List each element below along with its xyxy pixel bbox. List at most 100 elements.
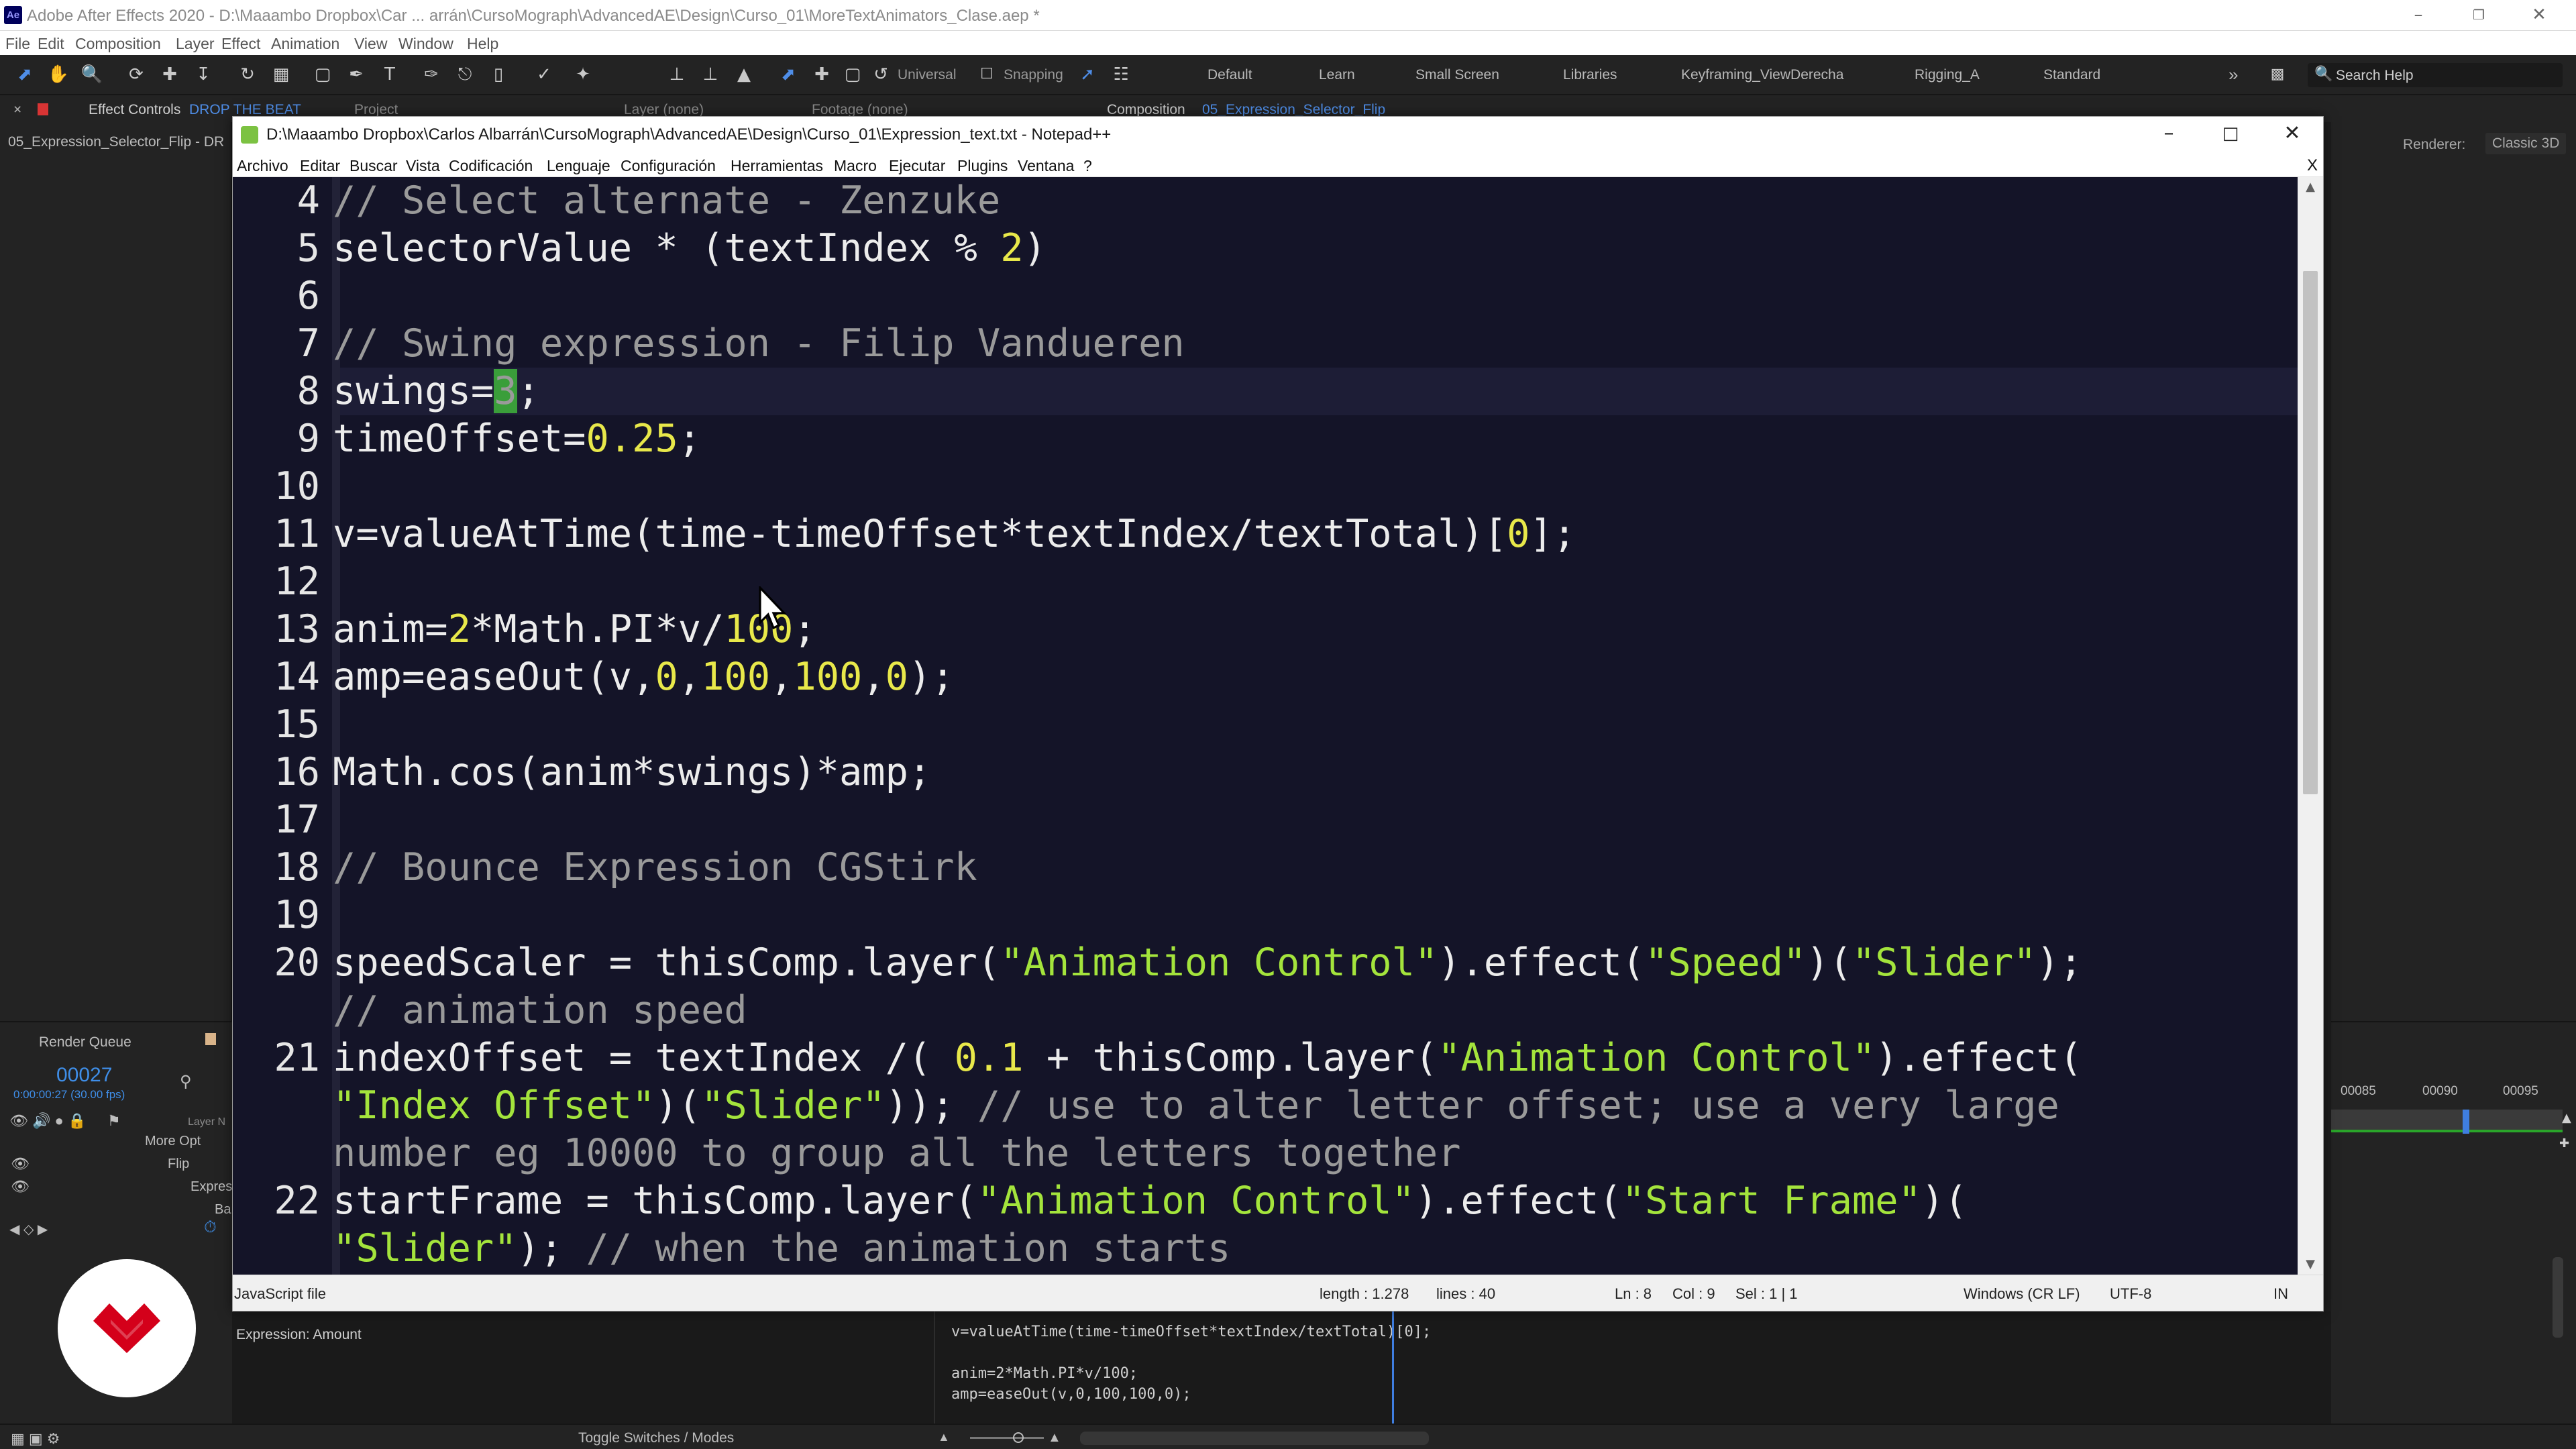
zoom-out-icon[interactable]: ▲ bbox=[938, 1430, 950, 1444]
timecode-display[interactable]: 00027 bbox=[56, 1064, 112, 1087]
npp-menu-herramientas[interactable]: Herramientas bbox=[731, 157, 823, 175]
puppet-tool-icon[interactable]: ✦ bbox=[572, 63, 594, 86]
snap-grid-icon[interactable]: ☷ bbox=[1110, 63, 1132, 86]
roto-brush-tool-icon[interactable]: ✓ bbox=[533, 63, 555, 86]
ae-menu-window[interactable]: Window bbox=[398, 35, 453, 53]
tree-item-more-options[interactable]: More Opt bbox=[145, 1134, 201, 1149]
work-area-bar[interactable] bbox=[2331, 1110, 2563, 1130]
zoom-slider-handle[interactable] bbox=[1013, 1432, 1024, 1443]
expression-code-field[interactable]: v=valueAtTime(time-timeOffset*textIndex/… bbox=[951, 1322, 1431, 1405]
tree-item-flip[interactable]: Flip bbox=[168, 1157, 189, 1172]
visibility-eye-icon[interactable]: 👁 bbox=[11, 1155, 30, 1173]
hand-tool-icon[interactable]: ✋ bbox=[47, 63, 70, 86]
ae-minimize-button[interactable]: – bbox=[2388, 0, 2449, 31]
visibility-eye-icon-2[interactable]: 👁 bbox=[11, 1178, 30, 1195]
pen-tool-icon[interactable]: ✒ bbox=[345, 63, 368, 86]
snapping-label[interactable]: Snapping bbox=[1004, 67, 1063, 83]
npp-menu-archivo[interactable]: Archivo bbox=[237, 157, 288, 175]
dolly-camera-icon[interactable]: ↧ bbox=[192, 63, 215, 86]
keyframe-nav-icons[interactable]: ◀ ◇ ▶ bbox=[9, 1221, 48, 1238]
ae-menu-file[interactable]: File bbox=[5, 35, 30, 53]
scroll-up-arrow-icon[interactable]: ▲ bbox=[2298, 180, 2323, 194]
ae-menu-layer[interactable]: Layer bbox=[176, 35, 215, 53]
axis-mode-label[interactable]: Universal bbox=[898, 67, 957, 83]
ae-menu-composition[interactable]: Composition bbox=[75, 35, 161, 53]
npp-close-button[interactable]: ✕ bbox=[2261, 117, 2323, 153]
world-axis-icon[interactable]: ⊥ bbox=[699, 63, 722, 86]
type-tool-icon[interactable]: T bbox=[378, 63, 401, 86]
zoom-tool-icon[interactable]: 🔍 bbox=[80, 63, 103, 86]
npp-menu-help[interactable]: ? bbox=[1083, 157, 1092, 175]
ae-menu-animation[interactable]: Animation bbox=[271, 35, 339, 53]
search-help-field[interactable]: 🔍 Search Help bbox=[2308, 63, 2563, 87]
view-axis-icon[interactable]: ▲ bbox=[733, 63, 755, 86]
graph-editor-icon[interactable]: ✚ bbox=[2559, 1136, 2574, 1151]
npp-vertical-scrollbar[interactable]: ▲ ▼ bbox=[2298, 177, 2323, 1275]
npp-menu-vista[interactable]: Vista bbox=[406, 157, 440, 175]
timeline-horizontal-scrollbar[interactable] bbox=[1080, 1432, 1429, 1445]
npp-menu-codificacion[interactable]: Codificación bbox=[449, 157, 533, 175]
scrollbar-thumb[interactable] bbox=[2303, 271, 2318, 794]
local-axis-icon[interactable]: ⊥ bbox=[665, 63, 688, 86]
npp-menu-buscar[interactable]: Buscar bbox=[350, 157, 398, 175]
workspace-layout-icon[interactable]: ▩ bbox=[2266, 63, 2289, 86]
move-mode-icon[interactable]: ✚ bbox=[810, 63, 833, 86]
rotate-tool-icon[interactable]: ↻ bbox=[236, 63, 259, 86]
snap-edge-icon[interactable]: ➚ bbox=[1076, 63, 1099, 86]
rotate-mode-icon[interactable]: ↺ bbox=[869, 63, 892, 86]
pan-camera-icon[interactable]: ✚ bbox=[158, 63, 181, 86]
zoom-in-icon[interactable]: ▲ bbox=[1048, 1430, 1061, 1446]
npp-close-document-button[interactable]: X bbox=[2307, 156, 2318, 175]
toggle-switches-modes-button[interactable]: Toggle Switches / Modes bbox=[578, 1430, 734, 1446]
playhead[interactable] bbox=[2463, 1110, 2469, 1134]
tab-effect-controls[interactable]: Effect Controls bbox=[89, 102, 180, 118]
npp-menu-ventana[interactable]: Ventana bbox=[1018, 157, 1074, 175]
ae-menu-view[interactable]: View bbox=[354, 35, 387, 53]
workspace-libraries[interactable]: Libraries bbox=[1563, 67, 1617, 83]
work-area-end-icon[interactable]: ▲ bbox=[2562, 1111, 2575, 1126]
scale-mode-icon[interactable]: ▢ bbox=[841, 63, 864, 86]
panel-close-icon[interactable]: × bbox=[13, 102, 21, 118]
npp-menu-editar[interactable]: Editar bbox=[300, 157, 340, 175]
workspace-learn[interactable]: Learn bbox=[1319, 67, 1355, 83]
snapping-checkbox[interactable]: ☐ bbox=[975, 63, 998, 86]
orbit-camera-icon[interactable]: ⟳ bbox=[125, 63, 148, 86]
rectangle-tool-icon[interactable]: ▢ bbox=[311, 63, 334, 86]
ae-close-button[interactable]: ✕ bbox=[2509, 0, 2569, 31]
zoom-slider-track[interactable] bbox=[970, 1437, 1044, 1439]
arrow-mode-icon[interactable]: ⬈ bbox=[777, 63, 800, 86]
renderer-dropdown[interactable]: Classic 3D bbox=[2485, 133, 2567, 154]
ae-menu-effect[interactable]: Effect bbox=[221, 35, 260, 53]
selection-tool-icon[interactable]: ⬈ bbox=[13, 63, 36, 86]
timeline-vertical-scrollbar[interactable] bbox=[2553, 1257, 2563, 1338]
npp-code-editor[interactable]: 4 5 6 7 8 9 10 11 12 13 14 15 16 17 18 1… bbox=[233, 177, 2298, 1275]
npp-menu-plugins[interactable]: Plugins bbox=[957, 157, 1008, 175]
stopwatch-icon[interactable]: ⏱ bbox=[204, 1218, 217, 1237]
npp-menu-ejecutar[interactable]: Ejecutar bbox=[889, 157, 945, 175]
brush-tool-icon[interactable]: ✑ bbox=[420, 63, 443, 86]
ae-menu-help[interactable]: Help bbox=[467, 35, 498, 53]
pan-behind-tool-icon[interactable]: ▦ bbox=[270, 63, 292, 86]
ae-menu-edit[interactable]: Edit bbox=[38, 35, 64, 53]
workspace-default[interactable]: Default bbox=[1208, 67, 1252, 83]
npp-menu-lenguaje[interactable]: Lenguaje bbox=[547, 157, 610, 175]
npp-maximize-button[interactable]: □ bbox=[2200, 117, 2261, 153]
tree-item-expression[interactable]: Expres bbox=[191, 1179, 232, 1195]
workspace-more-button[interactable]: » bbox=[2229, 64, 2238, 85]
npp-menu-configuracion[interactable]: Configuración bbox=[621, 157, 716, 175]
workspace-rigging[interactable]: Rigging_A bbox=[1915, 67, 1980, 83]
timeline-search-icon[interactable]: ⚲ bbox=[180, 1072, 192, 1091]
tree-item-based-on[interactable]: Ba bbox=[215, 1202, 231, 1218]
tab-render-queue[interactable]: Render Queue bbox=[39, 1034, 131, 1051]
workspace-keyframing[interactable]: Keyframing_ViewDerecha bbox=[1681, 67, 1843, 83]
workspace-standard[interactable]: Standard bbox=[2043, 67, 2100, 83]
clone-stamp-tool-icon[interactable]: ⎋ bbox=[453, 63, 476, 86]
code-token: selectorValue * (textIndex % bbox=[333, 226, 1001, 270]
scroll-down-arrow-icon[interactable]: ▼ bbox=[2298, 1257, 2323, 1271]
npp-menu-macro[interactable]: Macro bbox=[834, 157, 877, 175]
footer-render-icons[interactable]: ▦ ▣ ⚙ bbox=[11, 1430, 60, 1448]
workspace-small-screen[interactable]: Small Screen bbox=[1415, 67, 1499, 83]
eraser-tool-icon[interactable]: ▯ bbox=[487, 63, 510, 86]
npp-minimize-button[interactable]: – bbox=[2138, 117, 2200, 153]
ae-restore-button[interactable]: ❐ bbox=[2449, 0, 2509, 31]
